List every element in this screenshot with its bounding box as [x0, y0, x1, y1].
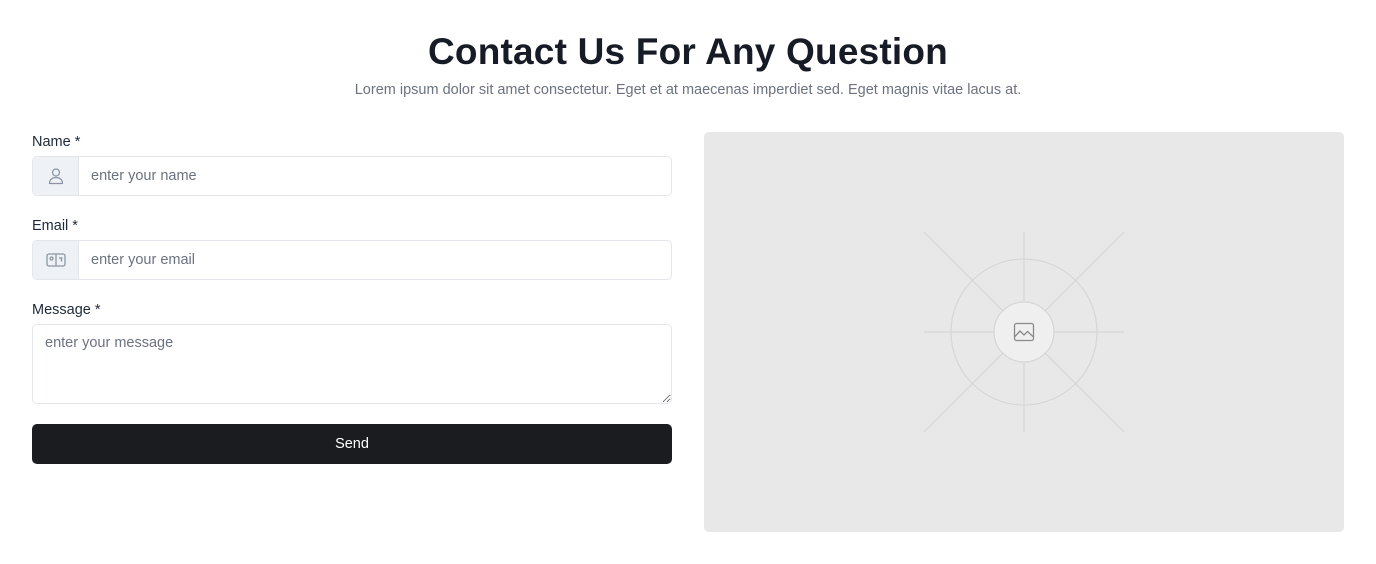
message-field-group: Message *	[32, 300, 672, 404]
send-button[interactable]: Send	[32, 424, 672, 464]
email-input-wrapper	[32, 240, 672, 280]
email-input[interactable]	[79, 241, 671, 279]
name-field-group: Name *	[32, 132, 672, 196]
message-label: Message *	[32, 302, 101, 318]
contact-form: Name * Email *	[32, 132, 672, 464]
page-title: Contact Us For Any Question	[427, 31, 948, 72]
email-label: Email *	[32, 218, 78, 234]
name-input-wrapper	[32, 156, 672, 196]
email-field-group: Email *	[32, 216, 672, 280]
image-placeholder-graphic	[923, 231, 1125, 433]
page-subtitle: Lorem ipsum dolor sit amet consectetur. …	[354, 82, 1022, 98]
contact-page: Contact Us For Any Question Lorem ipsum …	[0, 0, 1376, 564]
image-placeholder	[704, 132, 1344, 532]
message-textarea[interactable]	[32, 324, 672, 404]
id-card-icon	[33, 241, 79, 279]
name-input[interactable]	[79, 157, 671, 195]
name-label: Name *	[32, 134, 81, 150]
user-icon	[33, 157, 79, 195]
